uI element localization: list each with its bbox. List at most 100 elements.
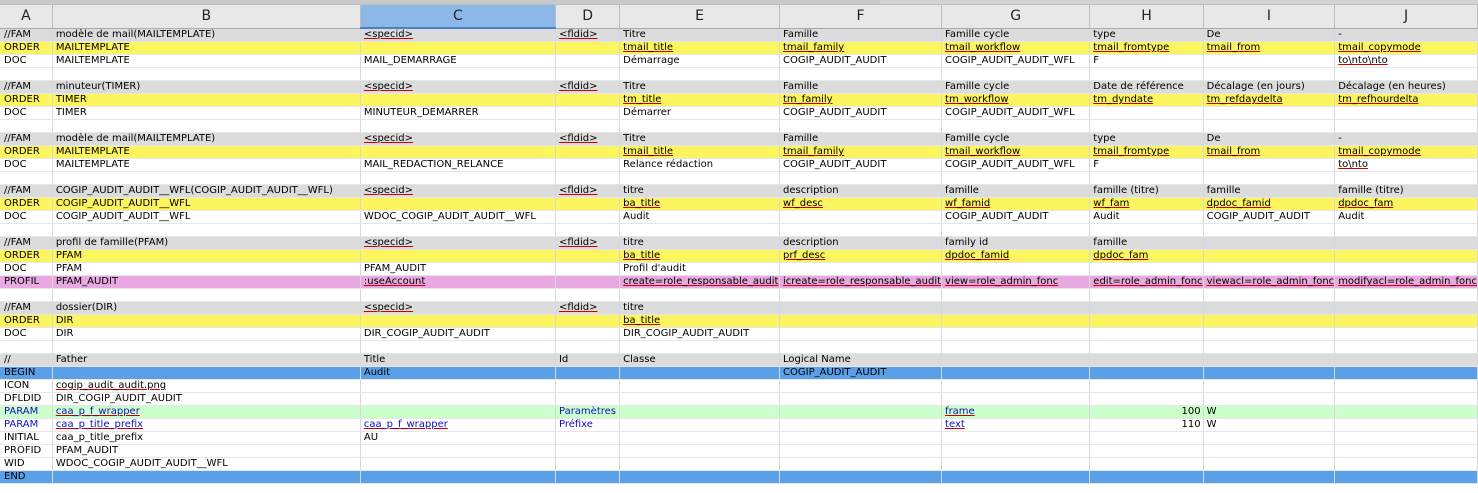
cell-e4[interactable] (619, 67, 781, 81)
cell-g27[interactable] (941, 366, 1091, 380)
cell-i8[interactable] (1203, 119, 1336, 133)
cell-g32[interactable] (941, 431, 1091, 445)
cell-g21[interactable] (941, 288, 1091, 302)
cell-f23[interactable] (779, 314, 943, 328)
cell-g14[interactable]: wf_famid (941, 197, 1091, 211)
cell-i33[interactable] (1203, 444, 1336, 458)
cell-a10[interactable]: ORDER (0, 145, 53, 159)
cell-f6[interactable]: tm_family (779, 93, 943, 107)
cell-a31[interactable]: PARAM (0, 418, 53, 432)
cell-i30[interactable]: W (1203, 405, 1336, 419)
cell-c1[interactable]: <specid> (360, 28, 556, 42)
cell-i31[interactable]: W (1203, 418, 1336, 432)
cell-d23[interactable] (555, 314, 621, 328)
cell-i19[interactable] (1203, 262, 1336, 276)
cell-h35[interactable] (1089, 470, 1204, 484)
cell-d6[interactable] (555, 93, 621, 107)
cell-e14[interactable]: ba_title (619, 197, 781, 211)
cell-e19[interactable]: Profil d'audit (619, 262, 781, 276)
cell-h33[interactable] (1089, 444, 1204, 458)
cell-e13[interactable]: titre (619, 184, 781, 198)
cell-h16[interactable] (1089, 223, 1204, 237)
cell-a24[interactable]: DOC (0, 327, 53, 341)
cell-e20[interactable]: create=role_responsable_audit (619, 275, 781, 289)
cell-j2[interactable]: tmail_copymode (1334, 41, 1478, 55)
cell-h22[interactable] (1089, 301, 1204, 315)
cell-d12[interactable] (555, 171, 621, 185)
cell-f16[interactable] (779, 223, 943, 237)
cell-d1[interactable]: <fldid> (555, 28, 621, 42)
cell-c21[interactable] (360, 288, 556, 302)
cell-e8[interactable] (619, 119, 781, 133)
cell-b15[interactable]: COGIP_AUDIT_AUDIT__WFL (52, 210, 361, 224)
cell-i23[interactable] (1203, 314, 1336, 328)
cell-d3[interactable] (555, 54, 621, 68)
cell-e24[interactable]: DIR_COGIP_AUDIT_AUDIT (619, 327, 781, 341)
cell-j22[interactable] (1334, 301, 1478, 315)
cell-b11[interactable]: MAILTEMPLATE (52, 158, 361, 172)
cell-h12[interactable] (1089, 171, 1204, 185)
cell-j34[interactable] (1334, 457, 1478, 471)
cell-d5[interactable]: <fldid> (555, 80, 621, 94)
cell-f13[interactable]: description (779, 184, 943, 198)
cell-d28[interactable] (555, 379, 621, 393)
cell-d33[interactable] (555, 444, 621, 458)
cell-h18[interactable]: dpdoc_fam (1089, 249, 1204, 263)
cell-i17[interactable] (1203, 236, 1336, 250)
cell-h13[interactable]: famille (titre) (1089, 184, 1204, 198)
cell-c10[interactable] (360, 145, 556, 159)
cell-c8[interactable] (360, 119, 556, 133)
cell-a27[interactable]: BEGIN (0, 366, 53, 380)
cell-c25[interactable] (360, 340, 556, 354)
cell-e10[interactable]: tmail_title (619, 145, 781, 159)
cell-a30[interactable]: PARAM (0, 405, 53, 419)
cell-a32[interactable]: INITIAL (0, 431, 53, 445)
cell-e26[interactable]: Classe (619, 353, 781, 367)
cell-i18[interactable] (1203, 249, 1336, 263)
cell-i34[interactable] (1203, 457, 1336, 471)
cell-h25[interactable] (1089, 340, 1204, 354)
cell-a19[interactable]: DOC (0, 262, 53, 276)
cell-b2[interactable]: MAILTEMPLATE (52, 41, 361, 55)
cell-d10[interactable] (555, 145, 621, 159)
column-header-d[interactable]: D (555, 5, 621, 29)
cell-d25[interactable] (555, 340, 621, 354)
cell-f2[interactable]: tmail_family (779, 41, 943, 55)
cell-h29[interactable] (1089, 392, 1204, 406)
cell-a8[interactable] (0, 119, 53, 133)
cell-a23[interactable]: ORDER (0, 314, 53, 328)
cell-a3[interactable]: DOC (0, 54, 53, 68)
cell-h14[interactable]: wf_fam (1089, 197, 1204, 211)
cell-g12[interactable] (941, 171, 1091, 185)
cell-j25[interactable] (1334, 340, 1478, 354)
cell-e15[interactable]: Audit (619, 210, 781, 224)
cell-e25[interactable] (619, 340, 781, 354)
cell-h8[interactable] (1089, 119, 1204, 133)
cell-b17[interactable]: profil de famille(PFAM) (52, 236, 361, 250)
cell-d32[interactable] (555, 431, 621, 445)
cell-j13[interactable]: famille (titre) (1334, 184, 1478, 198)
cell-f9[interactable]: Famille (779, 132, 943, 146)
cell-b13[interactable]: COGIP_AUDIT_AUDIT__WFL(COGIP_AUDIT_AUDIT… (52, 184, 361, 198)
cell-j15[interactable]: Audit (1334, 210, 1478, 224)
cell-b9[interactable]: modèle de mail(MAILTEMPLATE) (52, 132, 361, 146)
cell-f14[interactable]: wf_desc (779, 197, 943, 211)
cell-a9[interactable]: //FAM (0, 132, 53, 146)
cell-f21[interactable] (779, 288, 943, 302)
cell-c20[interactable]: :useAccount (360, 275, 556, 289)
cell-d20[interactable] (555, 275, 621, 289)
cell-h9[interactable]: type (1089, 132, 1204, 146)
cell-i3[interactable] (1203, 54, 1336, 68)
cell-g18[interactable]: dpdoc_famid (941, 249, 1091, 263)
cell-g23[interactable] (941, 314, 1091, 328)
cell-i1[interactable]: De (1203, 28, 1336, 42)
cell-i25[interactable] (1203, 340, 1336, 354)
cell-j1[interactable]: - (1334, 28, 1478, 42)
cell-f4[interactable] (779, 67, 943, 81)
cell-c3[interactable]: MAIL_DEMARRAGE (360, 54, 556, 68)
column-header-a[interactable]: A (0, 5, 53, 29)
cell-j11[interactable]: to\nto (1334, 158, 1478, 172)
cell-g29[interactable] (941, 392, 1091, 406)
cell-d22[interactable]: <fldid> (555, 301, 621, 315)
cell-e1[interactable]: Titre (619, 28, 781, 42)
